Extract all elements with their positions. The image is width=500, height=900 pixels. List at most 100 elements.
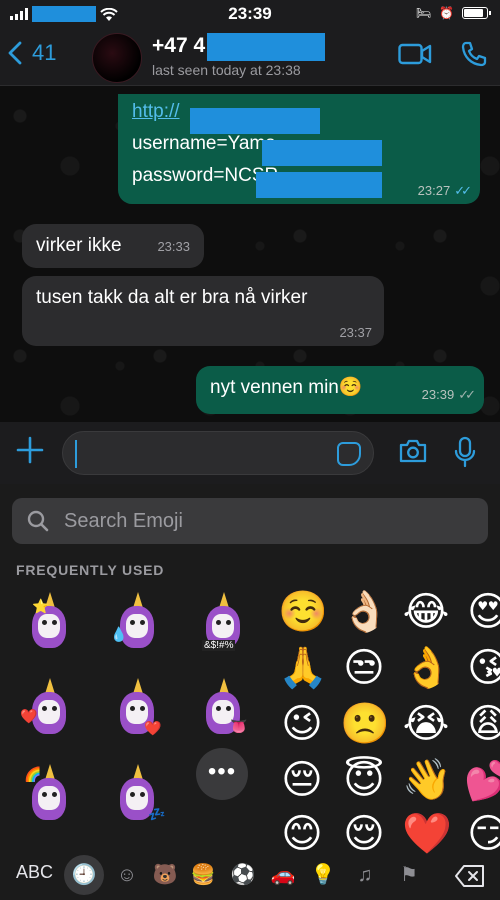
unicorn-face bbox=[38, 700, 60, 724]
unicorn-face bbox=[126, 786, 148, 810]
memoji-sticker[interactable]: &$!#% bbox=[190, 592, 254, 656]
emoji-key[interactable]: 😏 bbox=[464, 810, 500, 858]
unicorn-eye bbox=[42, 792, 47, 797]
ball-icon[interactable]: ⚽ bbox=[230, 862, 256, 888]
video-call-icon[interactable] bbox=[398, 43, 432, 65]
emoji-key[interactable]: 😉 bbox=[278, 700, 326, 748]
delivered-ticks-icon: ✓✓ bbox=[458, 387, 476, 402]
message-text: virker ikke bbox=[36, 235, 122, 256]
message-input[interactable] bbox=[62, 431, 374, 475]
unicorn-eye bbox=[130, 620, 135, 625]
message-time: 23:27 ✓✓ bbox=[417, 183, 472, 198]
sticker-accessory: ❤️ bbox=[20, 708, 38, 724]
flag-icon[interactable]: ⚑ bbox=[396, 862, 422, 888]
message-time: 23:33 bbox=[157, 239, 190, 254]
text-caret bbox=[75, 440, 77, 468]
message-time: 23:39 ✓✓ bbox=[421, 387, 476, 402]
redacted-password bbox=[256, 172, 382, 198]
unicorn-eye bbox=[130, 792, 135, 797]
abc-keyboard-button[interactable]: ABC bbox=[16, 862, 53, 883]
emoji-key[interactable]: 🙁 bbox=[340, 700, 390, 748]
emoji-key[interactable]: 😔 bbox=[278, 756, 326, 804]
emoji-search-placeholder: Search Emoji bbox=[64, 510, 183, 532]
lightbulb-icon[interactable]: 💡 bbox=[310, 862, 336, 888]
unicorn-eye bbox=[216, 706, 221, 711]
memoji-sticker[interactable]: ⭐ bbox=[16, 592, 80, 656]
car-icon[interactable]: 🚗 bbox=[270, 862, 296, 888]
memoji-sticker[interactable]: 💤 bbox=[104, 764, 168, 828]
unicorn-eye bbox=[52, 706, 57, 711]
emoji-key[interactable]: 💕 bbox=[464, 756, 500, 804]
message-time: 23:37 bbox=[339, 325, 372, 340]
emoji-key[interactable]: 😊 bbox=[278, 810, 326, 858]
emoji-key[interactable]: ❤️ bbox=[402, 810, 452, 858]
header-actions bbox=[398, 40, 488, 68]
unicorn-eye bbox=[42, 620, 47, 625]
unicorn-eye bbox=[52, 620, 57, 625]
sticker-accessory: 💧 bbox=[110, 626, 128, 642]
emoji-key[interactable]: 😒 bbox=[340, 644, 388, 692]
sticker-icon[interactable] bbox=[337, 442, 361, 466]
battery-icon bbox=[462, 7, 491, 19]
unicorn-eye bbox=[140, 706, 145, 711]
emoji-key[interactable]: 😌 bbox=[340, 810, 388, 858]
sticker-accessory: &$!#% bbox=[202, 640, 236, 651]
microphone-icon[interactable] bbox=[454, 436, 476, 468]
bed-icon: 🛏 bbox=[415, 6, 432, 20]
contact-name[interactable]: +47 4 bbox=[152, 34, 205, 58]
clock-icon[interactable]: 🕘 bbox=[64, 855, 104, 895]
emoji-key[interactable]: 😂 bbox=[402, 588, 450, 636]
emoji-search-field[interactable]: Search Emoji bbox=[12, 498, 488, 544]
message-bubble-outgoing[interactable]: http:// username=Yama password=NCSR 23:2… bbox=[118, 94, 480, 204]
message-bubble-outgoing[interactable]: nyt vennen min☺️ 23:39 ✓✓ bbox=[196, 366, 484, 414]
unicorn-eye bbox=[226, 706, 231, 711]
symbols-icon[interactable]: ♫ bbox=[352, 862, 378, 888]
avatar[interactable] bbox=[92, 33, 142, 83]
emoji-key[interactable]: 😘 bbox=[464, 644, 500, 692]
emoji-key[interactable]: 😇 bbox=[340, 756, 388, 804]
chevron-left-icon bbox=[8, 41, 22, 65]
emoji-key[interactable]: 👌 bbox=[402, 644, 452, 692]
message-bubble-incoming[interactable]: tusen takk da alt er bra nå virker 23:37 bbox=[22, 276, 384, 346]
emoji-key[interactable]: 👌🏻 bbox=[340, 588, 390, 636]
redacted-phone bbox=[207, 33, 325, 61]
sticker-accessory: 👅 bbox=[230, 718, 248, 734]
last-seen-status: last seen today at 23:38 bbox=[152, 62, 301, 78]
emoji-key[interactable]: 😩 bbox=[464, 700, 500, 748]
food-icon[interactable]: 🍔 bbox=[190, 862, 216, 888]
emoji-key[interactable]: ☺️ bbox=[278, 588, 328, 636]
chat-header: 41 +47 4 last seen today at 23:38 bbox=[0, 30, 500, 86]
emoji-key[interactable]: 🙏 bbox=[278, 644, 328, 692]
unicorn-eye bbox=[130, 706, 135, 711]
unread-count: 41 bbox=[32, 40, 57, 65]
unicorn-eye bbox=[42, 706, 47, 711]
sticker-accessory: 💤 bbox=[148, 806, 166, 822]
memoji-sticker[interactable]: ❤️ bbox=[16, 678, 80, 742]
unicorn-face bbox=[38, 786, 60, 810]
unicorn-face bbox=[126, 614, 148, 638]
emoji-key[interactable]: 👋 bbox=[402, 756, 452, 804]
memoji-sticker[interactable]: 🌈 bbox=[16, 764, 80, 828]
sticker-accessory: ⭐ bbox=[32, 598, 50, 614]
emoji-key[interactable]: 😍 bbox=[464, 588, 500, 636]
alarm-icon: ⏰ bbox=[439, 6, 454, 20]
message-text: tusen takk da alt er bra nå virker bbox=[36, 287, 308, 308]
camera-icon[interactable] bbox=[398, 439, 428, 463]
memoji-sticker[interactable]: ❤️ bbox=[104, 678, 168, 742]
chat-area[interactable]: http:// username=Yama password=NCSR 23:2… bbox=[0, 86, 500, 422]
phone-call-icon[interactable] bbox=[460, 40, 488, 68]
emoji-keyboard: Search Emoji FREQUENTLY USED ⭐ 💧 &$!#% ❤️ ❤️… bbox=[0, 484, 500, 900]
back-button[interactable]: 41 bbox=[8, 40, 56, 66]
more-stickers-button[interactable]: ••• bbox=[196, 748, 248, 800]
memoji-sticker[interactable]: 💧 bbox=[104, 592, 168, 656]
attach-plus-button[interactable] bbox=[16, 436, 44, 468]
frequently-used-label: FREQUENTLY USED bbox=[16, 562, 165, 578]
smiley-icon[interactable]: ☺ bbox=[114, 862, 140, 888]
redacted-username bbox=[262, 140, 382, 166]
bear-icon[interactable]: 🐻 bbox=[152, 862, 178, 888]
memoji-sticker[interactable]: 👅 bbox=[190, 678, 254, 742]
unicorn-face bbox=[212, 614, 234, 638]
message-bubble-incoming[interactable]: virker ikke 23:33 bbox=[22, 224, 204, 268]
delete-key-icon[interactable] bbox=[454, 864, 486, 888]
emoji-key[interactable]: 😭 bbox=[402, 700, 450, 748]
